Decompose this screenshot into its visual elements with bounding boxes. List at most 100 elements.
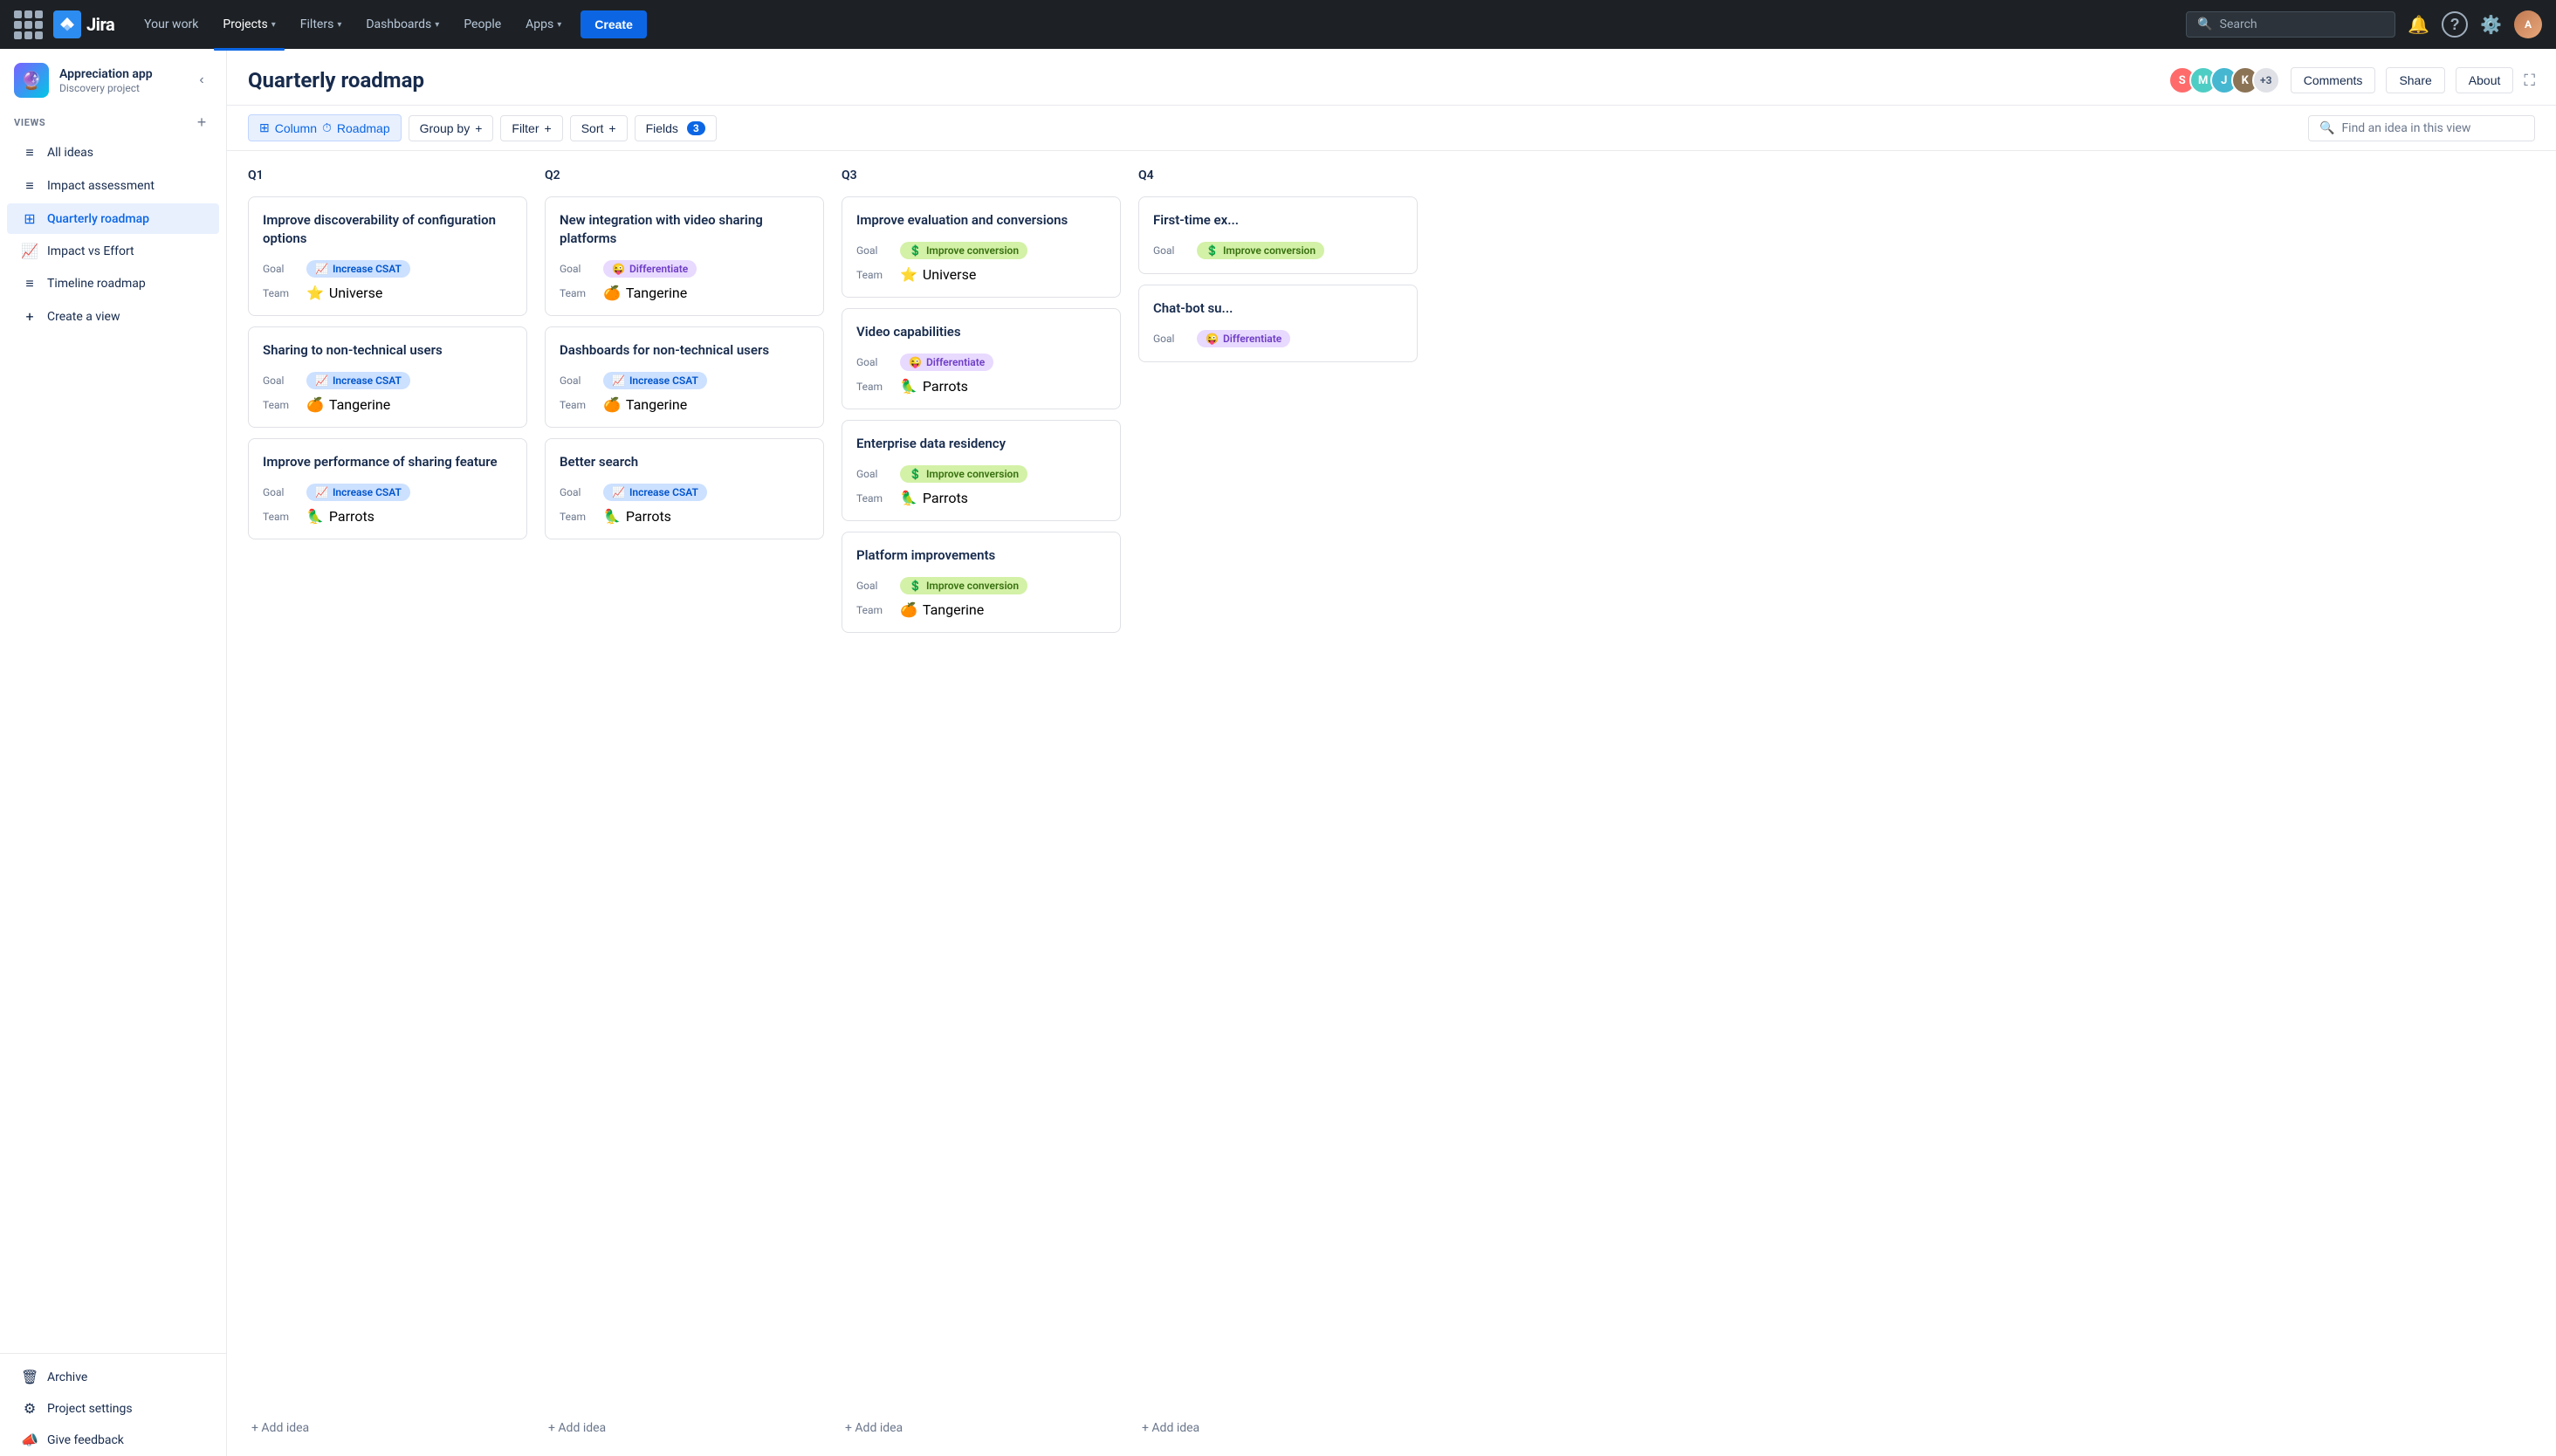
board-column-q2: Q2 New integration with video sharing pl…: [545, 165, 824, 1442]
goal-tag: 📈 Increase CSAT: [306, 484, 410, 501]
nav-filters[interactable]: Filters ▾: [292, 10, 351, 38]
sidebar-collapse-button[interactable]: ‹: [191, 70, 212, 91]
about-button[interactable]: About: [2456, 67, 2514, 93]
sidebar-item-all-ideas[interactable]: ≡ All ideas: [7, 137, 219, 168]
notifications-icon[interactable]: 🔔: [2402, 9, 2435, 41]
list-icon: ≡: [21, 275, 38, 292]
board-card[interactable]: Platform improvements Goal 💲 Improve con…: [842, 532, 1121, 633]
card-title: Better search: [560, 453, 809, 471]
nav-dashboards[interactable]: Dashboards ▾: [357, 10, 448, 38]
jira-logo[interactable]: Jira: [53, 10, 114, 38]
sidebar-item-archive[interactable]: 🗑 Archive: [7, 1362, 219, 1392]
sort-button[interactable]: Sort +: [570, 115, 628, 141]
share-button[interactable]: Share: [2386, 67, 2444, 93]
view-search[interactable]: 🔍 Find an idea in this view: [2308, 115, 2535, 141]
goal-tag: 😜 Differentiate: [900, 354, 993, 371]
group-by-label: Group by: [420, 121, 471, 135]
board-card[interactable]: Sharing to non-technical users Goal 📈 In…: [248, 326, 527, 428]
sidebar-item-give-feedback[interactable]: 📣 Give feedback: [7, 1425, 219, 1455]
board-card[interactable]: Improve discoverability of configuration…: [248, 196, 527, 316]
card-title: Improve performance of sharing feature: [263, 453, 512, 471]
page-title: Quarterly roadmap: [248, 68, 424, 93]
card-title: Dashboards for non-technical users: [560, 341, 809, 360]
sidebar-item-create-view[interactable]: + Create a view: [7, 301, 219, 332]
search-icon: 🔍: [2197, 17, 2212, 31]
filter-label: Filter: [512, 121, 539, 135]
nav-projects[interactable]: Projects ▾: [214, 10, 284, 38]
board-card[interactable]: Better search Goal 📈 Increase CSAT: [545, 438, 824, 539]
nav-apps[interactable]: Apps ▾: [517, 10, 570, 38]
goal-field-label: Goal: [263, 486, 306, 498]
add-idea-q3[interactable]: + Add idea: [842, 1414, 1121, 1442]
board-card[interactable]: Improve evaluation and conversions Goal …: [842, 196, 1121, 298]
team-label: Parrots: [626, 508, 671, 525]
sidebar-item-impact-vs-effort[interactable]: 📈 Impact vs Effort: [7, 236, 219, 266]
team-field-label: Team: [856, 492, 900, 505]
card-title: Improve discoverability of configuration…: [263, 211, 512, 248]
sidebar-item-timeline-roadmap[interactable]: ≡ Timeline roadmap: [7, 268, 219, 299]
help-icon[interactable]: ?: [2442, 11, 2468, 38]
goal-field-label: Goal: [263, 263, 306, 275]
sidebar-item-label: Project settings: [47, 1402, 133, 1416]
chart-icon: 📈: [21, 243, 38, 259]
fields-button[interactable]: Fields 3: [635, 115, 717, 141]
sidebar-item-impact-assessment[interactable]: ≡ Impact assessment: [7, 170, 219, 202]
board-card[interactable]: Video capabilities Goal 😜 Differentiate: [842, 308, 1121, 409]
goal-field-label: Goal: [856, 356, 900, 368]
filter-button[interactable]: Filter +: [500, 115, 562, 141]
column-header-q2: Q2: [545, 165, 824, 186]
sidebar-item-quarterly-roadmap[interactable]: ⊞ Quarterly roadmap: [7, 203, 219, 234]
settings-icon[interactable]: ⚙️: [2475, 9, 2507, 41]
add-view-button[interactable]: +: [191, 112, 212, 133]
toolbar: ⊞ Column ⏱ Roadmap Group by + Filter + S…: [227, 106, 2556, 151]
board-card[interactable]: Dashboards for non-technical users Goal …: [545, 326, 824, 428]
sidebar-item-project-settings[interactable]: ⚙ Project settings: [7, 1393, 219, 1424]
nav-people[interactable]: People: [455, 10, 510, 38]
group-by-button[interactable]: Group by +: [409, 115, 494, 141]
board-card[interactable]: New integration with video sharing platf…: [545, 196, 824, 316]
column-view-button[interactable]: ⊞ Column ⏱ Roadmap: [248, 114, 402, 141]
view-search-placeholder: Find an idea in this view: [2341, 121, 2470, 135]
sidebar-item-label: Give feedback: [47, 1433, 124, 1447]
board-card[interactable]: Enterprise data residency Goal 💲 Improve…: [842, 420, 1121, 521]
sidebar-item-label: Quarterly roadmap: [47, 212, 149, 226]
settings-icon: ⚙: [21, 1400, 38, 1417]
sort-plus-icon: +: [608, 121, 615, 135]
card-title: Improve evaluation and conversions: [856, 211, 1106, 230]
plus-icon: +: [21, 308, 38, 325]
nav-your-work[interactable]: Your work: [135, 10, 207, 38]
fullscreen-button[interactable]: ⛶: [2524, 72, 2535, 90]
kanban-board: Q1 Improve discoverability of configurat…: [227, 151, 2556, 1456]
sidebar-item-label: All ideas: [47, 146, 93, 160]
goal-tag: 💲 Improve conversion: [900, 465, 1027, 483]
add-idea-q1[interactable]: + Add idea: [248, 1414, 527, 1442]
goal-tag: 😜 Differentiate: [1197, 330, 1290, 347]
goal-field-label: Goal: [1153, 244, 1197, 257]
main-content: Quarterly roadmap S M J K +3 Comments Sh…: [227, 49, 2556, 1456]
list-icon: ≡: [21, 177, 38, 195]
comments-button[interactable]: Comments: [2291, 67, 2376, 93]
board-card[interactable]: First-time ex... Goal 💲 Improve conversi…: [1138, 196, 1418, 274]
sidebar-item-label: Impact assessment: [47, 179, 155, 193]
team-field-label: Team: [560, 399, 603, 411]
board-column-q3: Q3 Improve evaluation and conversions Go…: [842, 165, 1121, 1442]
board-card[interactable]: Improve performance of sharing feature G…: [248, 438, 527, 539]
app-grid-icon[interactable]: [14, 10, 43, 39]
sidebar: 🔮 Appreciation app Discovery project ‹ V…: [0, 49, 227, 1456]
team-label: Tangerine: [923, 601, 984, 618]
team-field-label: Team: [856, 604, 900, 616]
add-idea-q4[interactable]: + Add idea: [1138, 1414, 1418, 1442]
card-title: New integration with video sharing platf…: [560, 211, 809, 248]
column-label: Column: [275, 121, 317, 135]
add-idea-q2[interactable]: + Add idea: [545, 1414, 824, 1442]
column-icon: ⊞: [259, 120, 270, 135]
fields-count-badge: 3: [687, 121, 705, 135]
board-card[interactable]: Chat-bot su... Goal 😜 Differentiate: [1138, 285, 1418, 362]
card-title: Enterprise data residency: [856, 435, 1106, 453]
goal-tag: 📈 Increase CSAT: [603, 484, 707, 501]
user-avatar[interactable]: A: [2514, 10, 2542, 38]
column-header-q3: Q3: [842, 165, 1121, 186]
create-button[interactable]: Create: [581, 10, 647, 38]
sidebar-item-label: Archive: [47, 1370, 87, 1384]
global-search[interactable]: 🔍 Search: [2186, 11, 2395, 38]
